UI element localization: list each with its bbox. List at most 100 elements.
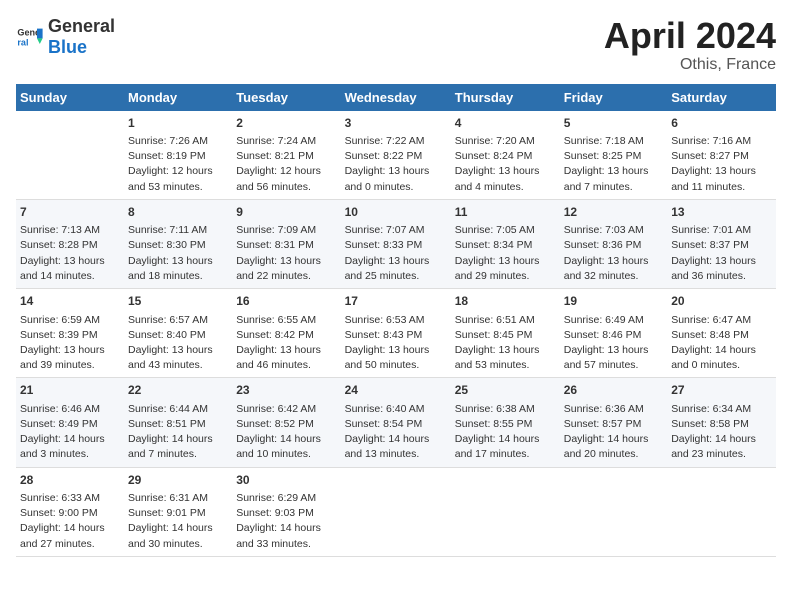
day-number: 13 xyxy=(671,204,772,221)
day-info: Sunrise: 7:01 AM Sunset: 8:37 PM Dayligh… xyxy=(671,223,772,284)
calendar-cell: 4 Sunrise: 7:20 AM Sunset: 8:24 PM Daylig… xyxy=(451,111,560,200)
day-number: 27 xyxy=(671,382,772,399)
calendar-cell: 16 Sunrise: 6:55 AM Sunset: 8:42 PM Dayli… xyxy=(232,289,340,378)
calendar-week-2: 7 Sunrise: 7:13 AM Sunset: 8:28 PM Daylig… xyxy=(16,199,776,288)
column-header-thursday: Thursday xyxy=(451,84,560,111)
calendar-week-4: 21 Sunrise: 6:46 AM Sunset: 8:49 PM Dayli… xyxy=(16,378,776,467)
calendar-cell: 9Sunrise: 7:09 AM Sunset: 8:31 PM Daylig… xyxy=(232,199,340,288)
calendar-cell: 22Sunrise: 6:44 AM Sunset: 8:51 PM Dayli… xyxy=(124,378,232,467)
column-header-monday: Monday xyxy=(124,84,232,111)
page-subtitle: Othis, France xyxy=(604,56,776,74)
day-info: Sunrise: 6:29 AM Sunset: 9:03 PM Dayligh… xyxy=(236,491,336,552)
day-info: Sunrise: 6:49 AM Sunset: 8:46 PM Dayligh… xyxy=(564,313,663,374)
calendar-week-1: 1 Sunrise: 7:26 AM Sunset: 8:19 PM Daylig… xyxy=(16,111,776,200)
column-header-saturday: Saturday xyxy=(667,84,776,111)
calendar-cell: 8Sunrise: 7:11 AM Sunset: 8:30 PM Daylig… xyxy=(124,199,232,288)
day-number: 12 xyxy=(564,204,663,221)
calendar-table: SundayMondayTuesdayWednesdayThursdayFrid… xyxy=(16,84,776,557)
calendar-cell: 6 Sunrise: 7:16 AM Sunset: 8:27 PM Daylig… xyxy=(667,111,776,200)
day-info: Sunrise: 7:05 AM Sunset: 8:34 PM Dayligh… xyxy=(455,223,556,284)
day-info: Sunrise: 7:26 AM Sunset: 8:19 PM Dayligh… xyxy=(128,134,228,195)
day-info: Sunrise: 7:20 AM Sunset: 8:24 PM Dayligh… xyxy=(455,134,556,195)
day-info: Sunrise: 6:40 AM Sunset: 8:54 PM Dayligh… xyxy=(345,402,447,463)
day-number: 7 xyxy=(20,204,120,221)
day-info: Sunrise: 7:24 AM Sunset: 8:21 PM Dayligh… xyxy=(236,134,336,195)
day-number: 19 xyxy=(564,293,663,310)
day-number: 5 xyxy=(564,115,663,132)
day-number: 2 xyxy=(236,115,336,132)
day-number: 25 xyxy=(455,382,556,399)
day-info: Sunrise: 7:13 AM Sunset: 8:28 PM Dayligh… xyxy=(20,223,120,284)
column-header-friday: Friday xyxy=(560,84,667,111)
day-number: 21 xyxy=(20,382,120,399)
calendar-cell: 13 Sunrise: 7:01 AM Sunset: 8:37 PM Dayli… xyxy=(667,199,776,288)
calendar-cell: 3 Sunrise: 7:22 AM Sunset: 8:22 PM Daylig… xyxy=(341,111,451,200)
column-header-tuesday: Tuesday xyxy=(232,84,340,111)
calendar-cell: 20Sunrise: 6:47 AM Sunset: 8:48 PM Dayli… xyxy=(667,289,776,378)
logo-general-text: Gene xyxy=(48,16,93,36)
calendar-cell: 5 Sunrise: 7:18 AM Sunset: 8:25 PM Daylig… xyxy=(560,111,667,200)
calendar-cell: 12 Sunrise: 7:03 AM Sunset: 8:36 PM Dayli… xyxy=(560,199,667,288)
day-number: 10 xyxy=(345,204,447,221)
calendar-cell: 24 Sunrise: 6:40 AM Sunset: 8:54 PM Dayli… xyxy=(341,378,451,467)
logo-blue-text: Blue xyxy=(48,37,87,57)
day-info: Sunrise: 7:22 AM Sunset: 8:22 PM Dayligh… xyxy=(345,134,447,195)
day-info: Sunrise: 7:07 AM Sunset: 8:33 PM Dayligh… xyxy=(345,223,447,284)
calendar-cell: 1 Sunrise: 7:26 AM Sunset: 8:19 PM Daylig… xyxy=(124,111,232,200)
calendar-cell: 30 Sunrise: 6:29 AM Sunset: 9:03 PM Dayli… xyxy=(232,467,340,556)
day-number: 26 xyxy=(564,382,663,399)
day-number: 24 xyxy=(345,382,447,399)
day-number: 30 xyxy=(236,472,336,489)
day-info: Sunrise: 6:46 AM Sunset: 8:49 PM Dayligh… xyxy=(20,402,120,463)
day-info: Sunrise: 6:44 AM Sunset: 8:51 PM Dayligh… xyxy=(128,402,228,463)
calendar-cell: 17 Sunrise: 6:53 AM Sunset: 8:43 PM Dayli… xyxy=(341,289,451,378)
page-header: Gene ral General Blue April 2024 Othis, … xyxy=(16,16,776,74)
calendar-cell: 18Sunrise: 6:51 AM Sunset: 8:45 PM Dayli… xyxy=(451,289,560,378)
svg-text:ral: ral xyxy=(17,37,28,47)
calendar-cell: 19 Sunrise: 6:49 AM Sunset: 8:46 PM Dayli… xyxy=(560,289,667,378)
calendar-cell: 26Sunrise: 6:36 AM Sunset: 8:57 PM Dayli… xyxy=(560,378,667,467)
day-info: Sunrise: 6:55 AM Sunset: 8:42 PM Dayligh… xyxy=(236,313,336,374)
day-info: Sunrise: 7:16 AM Sunset: 8:27 PM Dayligh… xyxy=(671,134,772,195)
calendar-header-row: SundayMondayTuesdayWednesdayThursdayFrid… xyxy=(16,84,776,111)
calendar-week-3: 14 Sunrise: 6:59 AM Sunset: 8:39 PM Dayli… xyxy=(16,289,776,378)
day-number: 6 xyxy=(671,115,772,132)
calendar-cell: 25Sunrise: 6:38 AM Sunset: 8:55 PM Dayli… xyxy=(451,378,560,467)
page-title: April 2024 xyxy=(604,16,776,56)
column-header-wednesday: Wednesday xyxy=(341,84,451,111)
calendar-cell: 29 Sunrise: 6:31 AM Sunset: 9:01 PM Dayli… xyxy=(124,467,232,556)
day-number: 9 xyxy=(236,204,336,221)
day-number: 17 xyxy=(345,293,447,310)
calendar-cell: 10 Sunrise: 7:07 AM Sunset: 8:33 PM Dayli… xyxy=(341,199,451,288)
day-number: 1 xyxy=(128,115,228,132)
day-number: 20 xyxy=(671,293,772,310)
calendar-cell: 15Sunrise: 6:57 AM Sunset: 8:40 PM Dayli… xyxy=(124,289,232,378)
day-number: 4 xyxy=(455,115,556,132)
day-number: 29 xyxy=(128,472,228,489)
day-info: Sunrise: 7:18 AM Sunset: 8:25 PM Dayligh… xyxy=(564,134,663,195)
calendar-cell: 21 Sunrise: 6:46 AM Sunset: 8:49 PM Dayli… xyxy=(16,378,124,467)
title-block: April 2024 Othis, France xyxy=(604,16,776,74)
day-info: Sunrise: 6:31 AM Sunset: 9:01 PM Dayligh… xyxy=(128,491,228,552)
day-info: Sunrise: 6:33 AM Sunset: 9:00 PM Dayligh… xyxy=(20,491,120,552)
calendar-cell xyxy=(16,111,124,200)
calendar-cell: 27 Sunrise: 6:34 AM Sunset: 8:58 PM Dayli… xyxy=(667,378,776,467)
calendar-cell: 23Sunrise: 6:42 AM Sunset: 8:52 PM Dayli… xyxy=(232,378,340,467)
day-info: Sunrise: 7:11 AM Sunset: 8:30 PM Dayligh… xyxy=(128,223,228,284)
day-info: Sunrise: 6:59 AM Sunset: 8:39 PM Dayligh… xyxy=(20,313,120,374)
calendar-cell: 14 Sunrise: 6:59 AM Sunset: 8:39 PM Dayli… xyxy=(16,289,124,378)
column-header-sunday: Sunday xyxy=(16,84,124,111)
day-info: Sunrise: 6:42 AM Sunset: 8:52 PM Dayligh… xyxy=(236,402,336,463)
calendar-cell: 2 Sunrise: 7:24 AM Sunset: 8:21 PM Daylig… xyxy=(232,111,340,200)
day-info: Sunrise: 7:03 AM Sunset: 8:36 PM Dayligh… xyxy=(564,223,663,284)
day-info: Sunrise: 6:34 AM Sunset: 8:58 PM Dayligh… xyxy=(671,402,772,463)
day-number: 3 xyxy=(345,115,447,132)
calendar-week-5: 28 Sunrise: 6:33 AM Sunset: 9:00 PM Dayli… xyxy=(16,467,776,556)
day-info: Sunrise: 6:57 AM Sunset: 8:40 PM Dayligh… xyxy=(128,313,228,374)
day-number: 16 xyxy=(236,293,336,310)
day-number: 28 xyxy=(20,472,120,489)
day-info: Sunrise: 6:53 AM Sunset: 8:43 PM Dayligh… xyxy=(345,313,447,374)
day-number: 18 xyxy=(455,293,556,310)
calendar-cell: 11Sunrise: 7:05 AM Sunset: 8:34 PM Dayli… xyxy=(451,199,560,288)
day-number: 14 xyxy=(20,293,120,310)
